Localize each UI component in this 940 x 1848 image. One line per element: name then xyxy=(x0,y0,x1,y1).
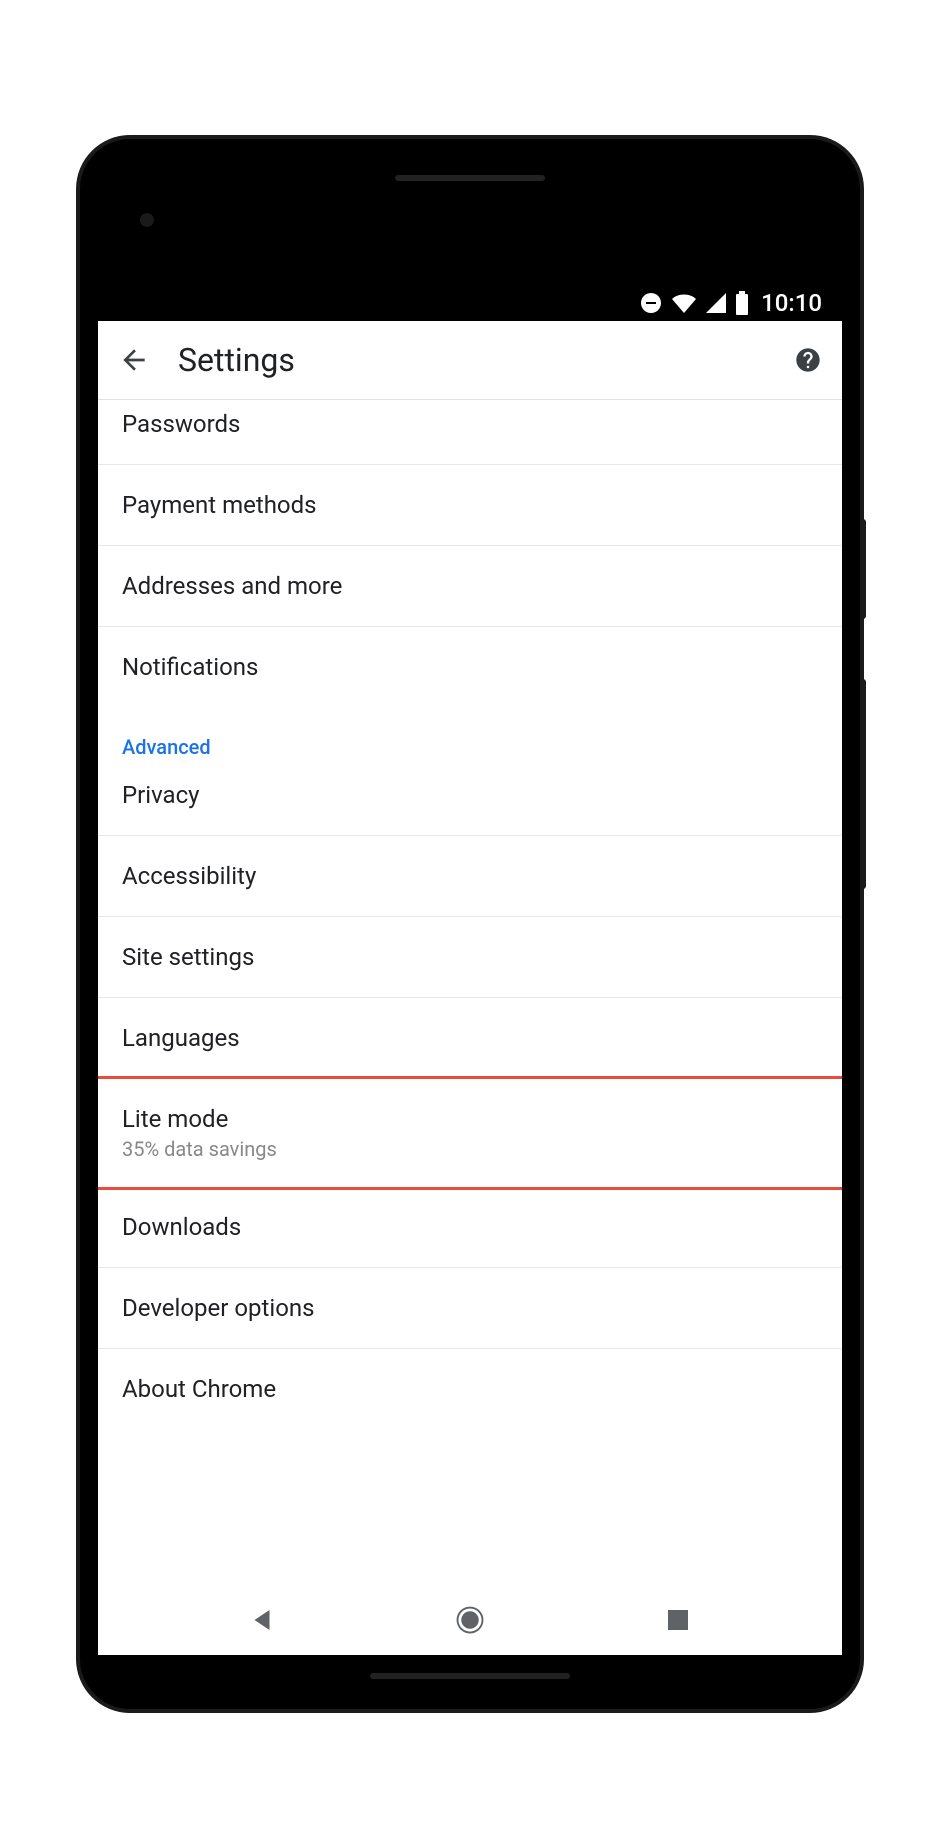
settings-item-notifications[interactable]: Notifications xyxy=(98,627,842,707)
item-label: Languages xyxy=(122,1024,818,1052)
app-bar: Settings xyxy=(98,321,842,399)
settings-item-payment-methods[interactable]: Payment methods xyxy=(98,465,842,546)
settings-item-accessibility[interactable]: Accessibility xyxy=(98,836,842,917)
bottom-speaker-grille xyxy=(370,1673,570,1679)
item-label: Lite mode xyxy=(122,1105,818,1133)
settings-item-downloads[interactable]: Downloads xyxy=(98,1187,842,1268)
item-subtitle: 35% data savings xyxy=(122,1137,818,1161)
item-label: About Chrome xyxy=(122,1375,818,1403)
item-label: Passwords xyxy=(122,410,818,438)
volume-button xyxy=(860,679,866,889)
page-title: Settings xyxy=(178,341,766,379)
settings-item-site-settings[interactable]: Site settings xyxy=(98,917,842,998)
wifi-icon xyxy=(671,293,697,313)
item-label: Accessibility xyxy=(122,862,818,890)
settings-item-lite-mode[interactable]: Lite mode 35% data savings xyxy=(98,1076,842,1190)
phone-device-frame: 10:10 Settings Passwords Payment methods xyxy=(80,139,860,1709)
settings-item-privacy[interactable]: Privacy xyxy=(98,763,842,836)
screen-content: Settings Passwords Payment methods Addre… xyxy=(98,321,842,1655)
settings-item-addresses[interactable]: Addresses and more xyxy=(98,546,842,627)
settings-item-about-chrome[interactable]: About Chrome xyxy=(98,1349,842,1429)
settings-item-passwords[interactable]: Passwords xyxy=(98,400,842,465)
android-nav-bar xyxy=(98,1585,842,1655)
speaker-grille xyxy=(395,175,545,181)
status-time: 10:10 xyxy=(761,289,822,317)
nav-back-icon[interactable] xyxy=(247,1605,277,1635)
item-label: Payment methods xyxy=(122,491,818,519)
settings-list[interactable]: Passwords Payment methods Addresses and … xyxy=(98,399,842,1585)
front-camera xyxy=(140,213,154,227)
battery-icon xyxy=(735,291,749,315)
item-label: Site settings xyxy=(122,943,818,971)
settings-item-languages[interactable]: Languages xyxy=(98,998,842,1079)
dnd-icon xyxy=(639,291,663,315)
status-bar: 10:10 xyxy=(98,285,842,321)
section-header-advanced: Advanced xyxy=(98,707,842,763)
back-arrow-icon[interactable] xyxy=(118,344,150,376)
nav-home-icon[interactable] xyxy=(455,1605,485,1635)
power-button xyxy=(860,519,866,619)
help-icon[interactable] xyxy=(794,346,822,374)
item-label: Privacy xyxy=(122,781,818,809)
item-label: Downloads xyxy=(122,1213,818,1241)
item-label: Addresses and more xyxy=(122,572,818,600)
item-label: Developer options xyxy=(122,1294,818,1322)
cell-signal-icon xyxy=(705,293,727,313)
nav-recent-icon[interactable] xyxy=(663,1605,693,1635)
settings-item-developer-options[interactable]: Developer options xyxy=(98,1268,842,1349)
item-label: Notifications xyxy=(122,653,818,681)
